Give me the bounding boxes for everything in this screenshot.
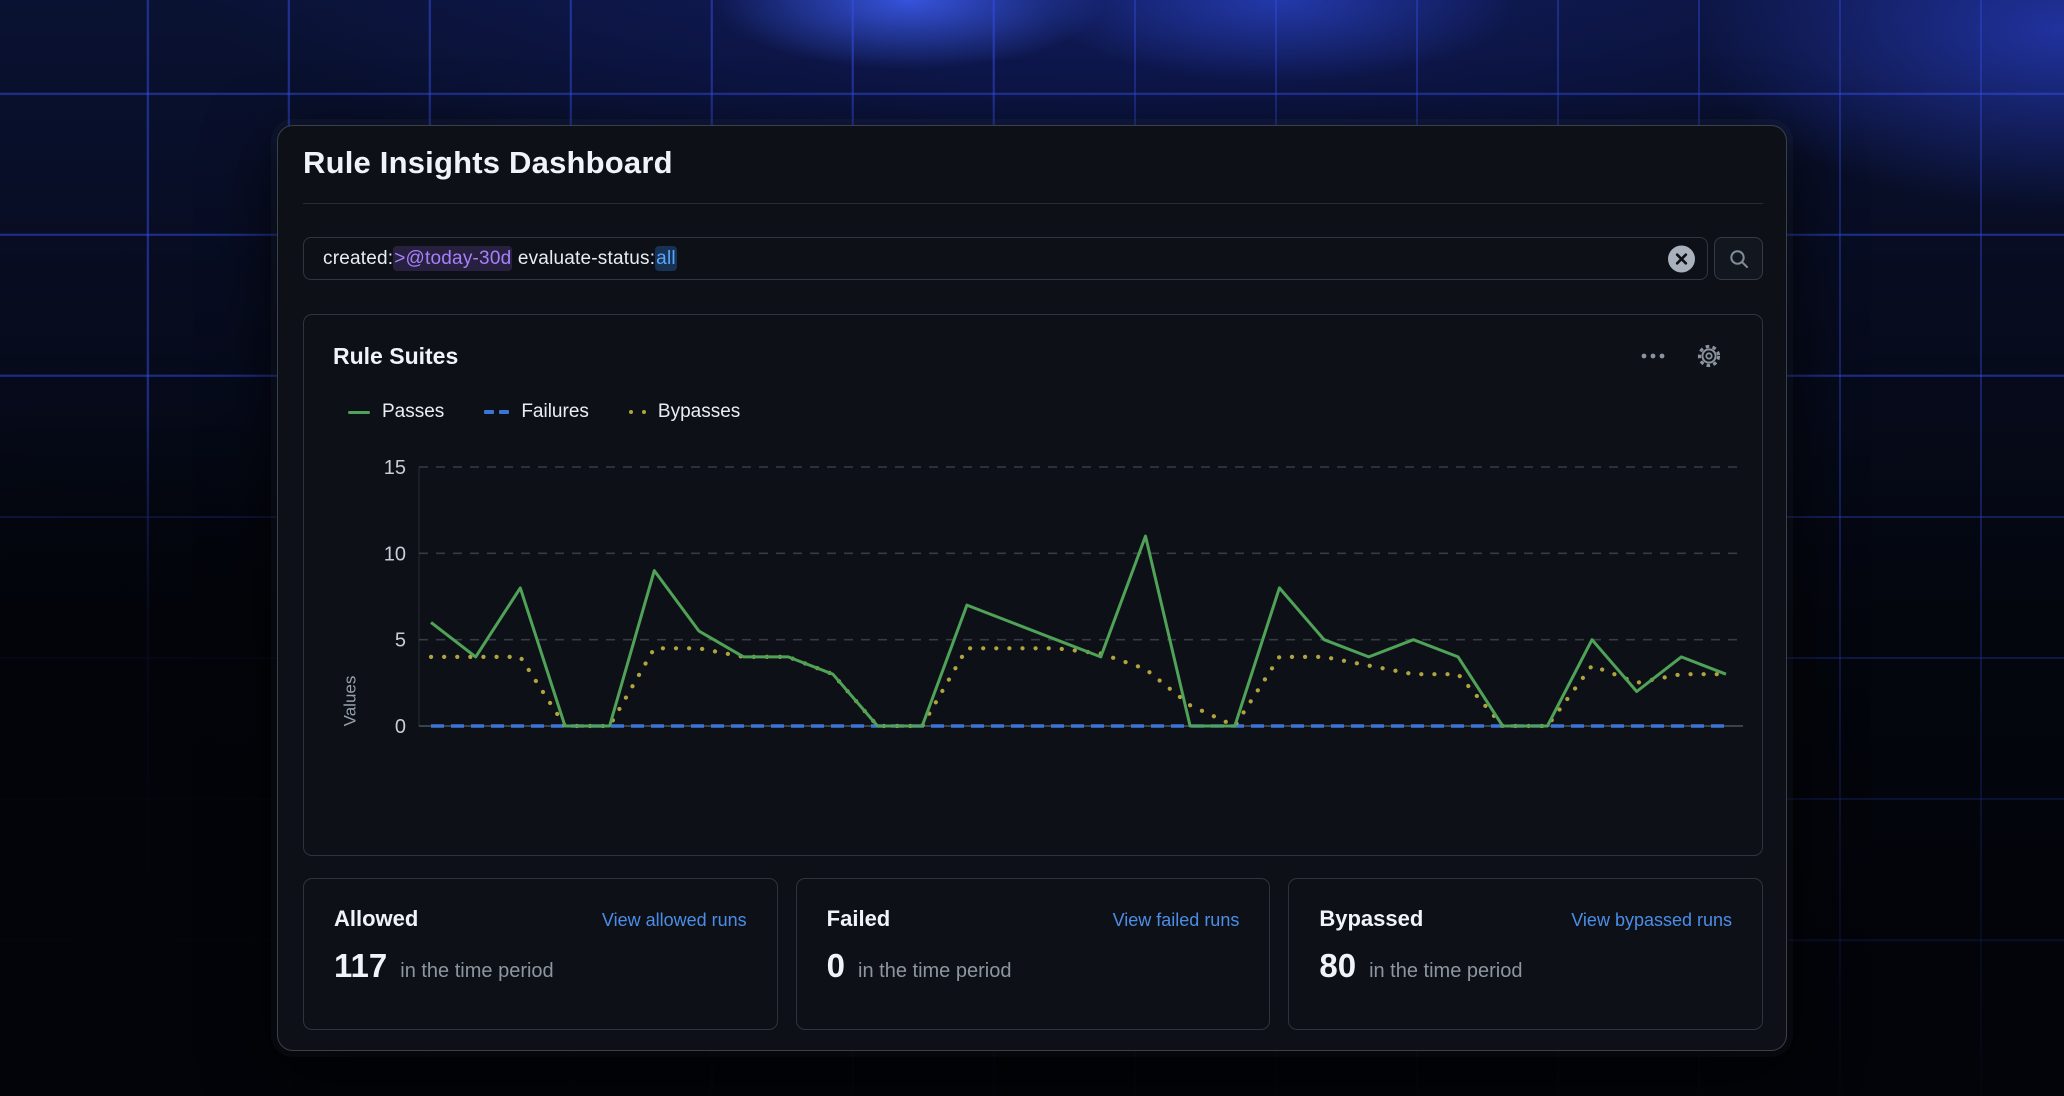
stat-caption: in the time period <box>858 960 1011 983</box>
kebab-horizontal-icon <box>1640 352 1666 360</box>
view-allowed-runs-link[interactable]: View allowed runs <box>602 910 747 931</box>
passes-swatch-icon <box>348 411 370 414</box>
search-query: created:>@today-30d evaluate-status:all <box>323 248 677 270</box>
stat-value: 117 <box>334 947 387 985</box>
stat-label: Allowed <box>334 906 418 932</box>
stat-value: 0 <box>827 947 845 985</box>
svg-text:5: 5 <box>395 630 406 652</box>
panel-actions <box>1638 341 1724 371</box>
svg-text:0: 0 <box>395 716 406 738</box>
legend-label: Failures <box>521 401 589 423</box>
view-bypassed-runs-link[interactable]: View bypassed runs <box>1571 910 1732 931</box>
settings-button[interactable] <box>1694 341 1724 371</box>
stat-label: Failed <box>827 906 891 932</box>
stat-value: 80 <box>1319 947 1356 985</box>
page-title: Rule Insights Dashboard <box>303 126 1763 183</box>
stat-label: Bypassed <box>1319 906 1423 932</box>
kebab-menu-button[interactable] <box>1638 350 1668 362</box>
title-divider <box>303 203 1763 204</box>
view-failed-runs-link[interactable]: View failed runs <box>1113 910 1240 931</box>
bypasses-swatch-icon <box>629 410 646 414</box>
circle-x-icon <box>1675 252 1688 265</box>
magnifier-icon <box>1728 248 1750 270</box>
stat-caption: in the time period <box>1369 960 1522 983</box>
clear-search-button[interactable] <box>1668 245 1695 272</box>
stat-caption: in the time period <box>400 960 553 983</box>
dashboard-card: Rule Insights Dashboard created:>@today-… <box>277 125 1787 1051</box>
page: Rule Insights Dashboard created:>@today-… <box>0 0 2064 1096</box>
legend-item-failures[interactable]: Failures <box>484 401 589 423</box>
legend-item-passes[interactable]: Passes <box>348 401 444 423</box>
svg-text:10: 10 <box>384 543 406 565</box>
stat-card-failed: Failed View failed runs 0 in the time pe… <box>796 878 1271 1030</box>
rule-suites-title: Rule Suites <box>333 343 458 370</box>
search-row: created:>@today-30d evaluate-status:all <box>303 237 1763 280</box>
y-axis-label: Values <box>340 676 360 727</box>
rule-suites-panel: Rule Suites <box>303 314 1763 856</box>
stats-row: Allowed View allowed runs 117 in the tim… <box>303 878 1763 1030</box>
failures-swatch-icon <box>484 410 509 414</box>
chart-area: Values 0 5 10 15 <box>334 455 1747 755</box>
rule-suites-header: Rule Suites <box>333 341 1724 371</box>
chart-legend: Passes Failures Bypasses <box>348 401 1724 423</box>
gear-icon <box>1696 343 1722 369</box>
stat-card-bypassed: Bypassed View bypassed runs 80 in the ti… <box>1288 878 1763 1030</box>
search-button[interactable] <box>1714 237 1763 280</box>
rule-suites-chart: 0 5 10 15 <box>334 455 1747 755</box>
legend-label: Passes <box>382 401 444 423</box>
legend-item-bypasses[interactable]: Bypasses <box>629 401 740 423</box>
search-input[interactable]: created:>@today-30d evaluate-status:all <box>303 237 1708 280</box>
legend-label: Bypasses <box>658 401 740 423</box>
stat-card-allowed: Allowed View allowed runs 117 in the tim… <box>303 878 778 1030</box>
svg-text:15: 15 <box>384 457 406 479</box>
